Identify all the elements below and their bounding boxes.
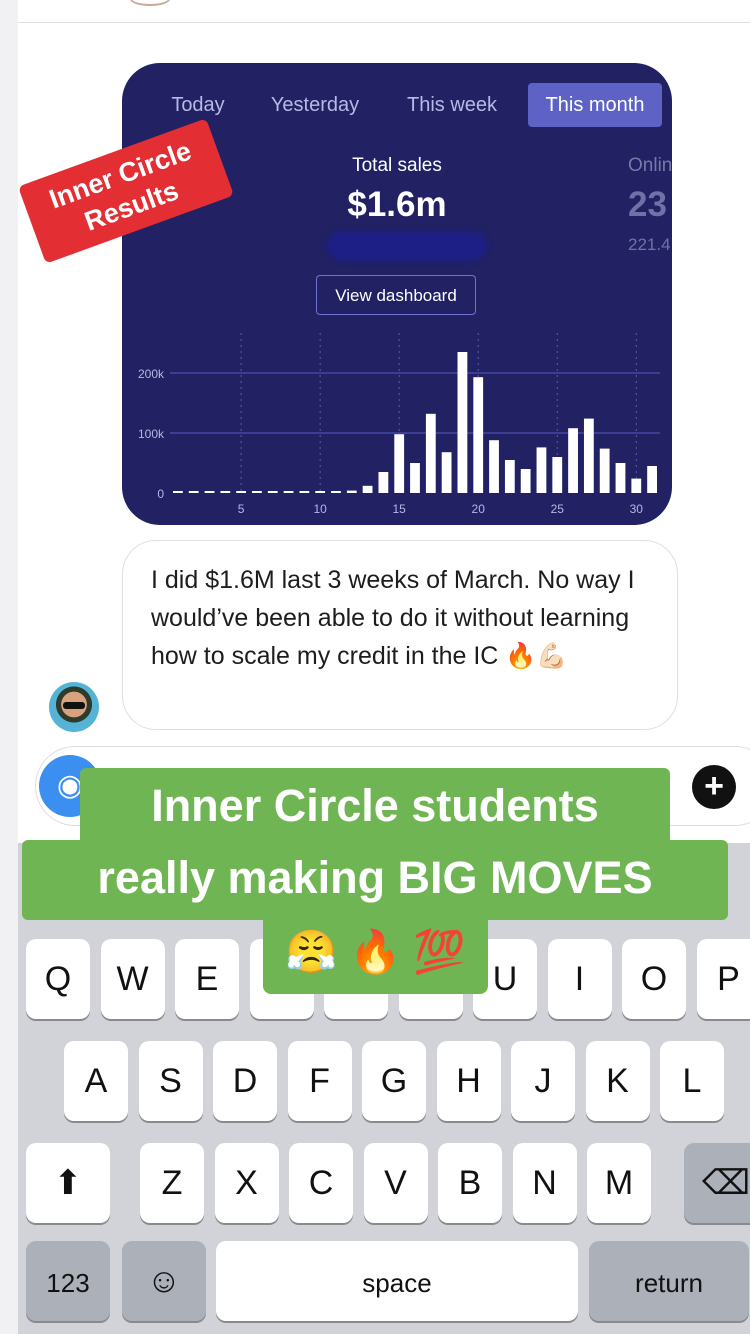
redacted-text [327,231,487,261]
bar-day-20 [473,377,484,493]
x-tick-label: 20 [472,502,486,516]
caption-line-1: Inner Circle students [151,780,599,831]
bar-day-4 [220,491,231,493]
key-c[interactable]: C [289,1143,353,1223]
header-avatar [130,0,170,6]
key-q[interactable]: Q [26,939,90,1019]
bar-day-1 [173,491,183,493]
key-h[interactable]: H [436,1041,501,1121]
y-tick-label: 0 [157,487,164,501]
bar-day-10 [315,491,326,493]
key-i[interactable]: I [547,939,612,1019]
daily-sales-bar-chart: 0 100k 200k 5 10 15 20 25 30 [138,333,660,516]
space-key-label: space [362,1268,432,1298]
message-bubble: I did $1.6M last 3 weeks of March. No wa… [122,540,678,730]
view-dashboard-button[interactable]: View dashboard [316,275,476,315]
key-e[interactable]: E [175,939,239,1019]
bar-day-25 [552,457,563,493]
bar-day-17 [425,413,436,493]
bar-day-30 [631,478,642,493]
bar-day-12 [346,490,357,493]
bar-day-16 [410,463,420,493]
key-d[interactable]: D [213,1041,277,1121]
bar-day-2 [188,491,199,493]
space-key[interactable]: space [216,1241,578,1321]
sender-avatar[interactable] [49,682,99,732]
caption-banner: Inner Circle students really making BIG … [22,768,728,994]
bar-day-21 [489,440,499,493]
bar-day-15 [394,434,405,493]
tab-this-week[interactable]: This week [398,83,506,127]
bar-day-11 [331,491,341,493]
key-f[interactable]: F [287,1041,352,1121]
online-store-value: 23 [628,185,667,224]
key-a[interactable]: A [64,1041,128,1121]
bar-day-26 [568,428,578,493]
bar-day-9 [299,491,310,493]
bar-day-29 [615,463,626,493]
key-n[interactable]: N [512,1143,577,1223]
header-divider [18,22,750,23]
emoji-key-icon[interactable]: ☺ [122,1241,206,1321]
tab-yesterday[interactable]: Yesterday [264,83,366,127]
key-w[interactable]: W [100,939,165,1019]
key-z[interactable]: Z [140,1143,204,1223]
tab-this-month[interactable]: This month [528,83,662,127]
return-key[interactable]: return [589,1241,749,1321]
bar-day-5 [236,491,247,493]
key-j[interactable]: J [511,1041,575,1121]
key-s[interactable]: S [138,1041,203,1121]
key-g[interactable]: G [362,1041,426,1121]
x-tick-label: 15 [393,502,407,516]
caption-emoji: 😤 🔥 💯 [285,928,466,975]
x-tick-label: 10 [313,502,327,516]
bar-day-3 [204,491,215,493]
bar-day-31 [647,466,657,493]
shift-key-label: ⬆ [53,1164,83,1202]
key-l[interactable]: L [660,1041,724,1121]
x-tick-label: 25 [551,502,565,516]
online-store-label: Onlin [628,155,672,176]
bar-day-28 [599,448,610,493]
bar-day-6 [252,491,262,493]
backspace-key-label: ⌫ [701,1164,750,1202]
key-p[interactable]: P [696,939,750,1019]
numbers-key-label: 123 [46,1268,90,1298]
numbers-key[interactable]: 123 [26,1241,110,1321]
bar-day-18 [441,452,452,493]
key-x[interactable]: X [214,1143,279,1223]
return-key-label: return [635,1268,703,1298]
online-store-subvalue: 221.4 [628,235,671,254]
left-margin [0,0,18,1334]
key-o[interactable]: O [622,939,686,1019]
bar-day-22 [504,460,515,493]
backspace-key-icon[interactable]: ⌫ [684,1143,750,1223]
y-tick-label: 200k [138,367,165,381]
y-tick-label: 100k [138,427,165,441]
bar-day-13 [362,485,373,493]
sunglasses [63,702,85,709]
key-m[interactable]: M [587,1143,651,1223]
x-tick-label: 5 [238,502,245,516]
bar-day-19 [457,352,468,493]
key-b[interactable]: B [438,1143,502,1223]
shift-key-icon[interactable]: ⬆ [26,1143,110,1223]
bar-day-23 [520,469,531,493]
key-v[interactable]: V [363,1143,428,1223]
bar-day-7 [267,491,278,493]
bar-day-14 [378,472,389,493]
key-k[interactable]: K [585,1041,650,1121]
caption-line-2: really making BIG MOVES [97,852,653,903]
bar-day-24 [536,447,547,493]
bar-day-8 [283,491,294,493]
message-text: I did $1.6M last 3 weeks of March. No wa… [151,566,635,670]
bar-day-27 [583,418,594,493]
emoji-key-label: ☺ [146,1262,182,1300]
x-tick-label: 30 [630,502,644,516]
